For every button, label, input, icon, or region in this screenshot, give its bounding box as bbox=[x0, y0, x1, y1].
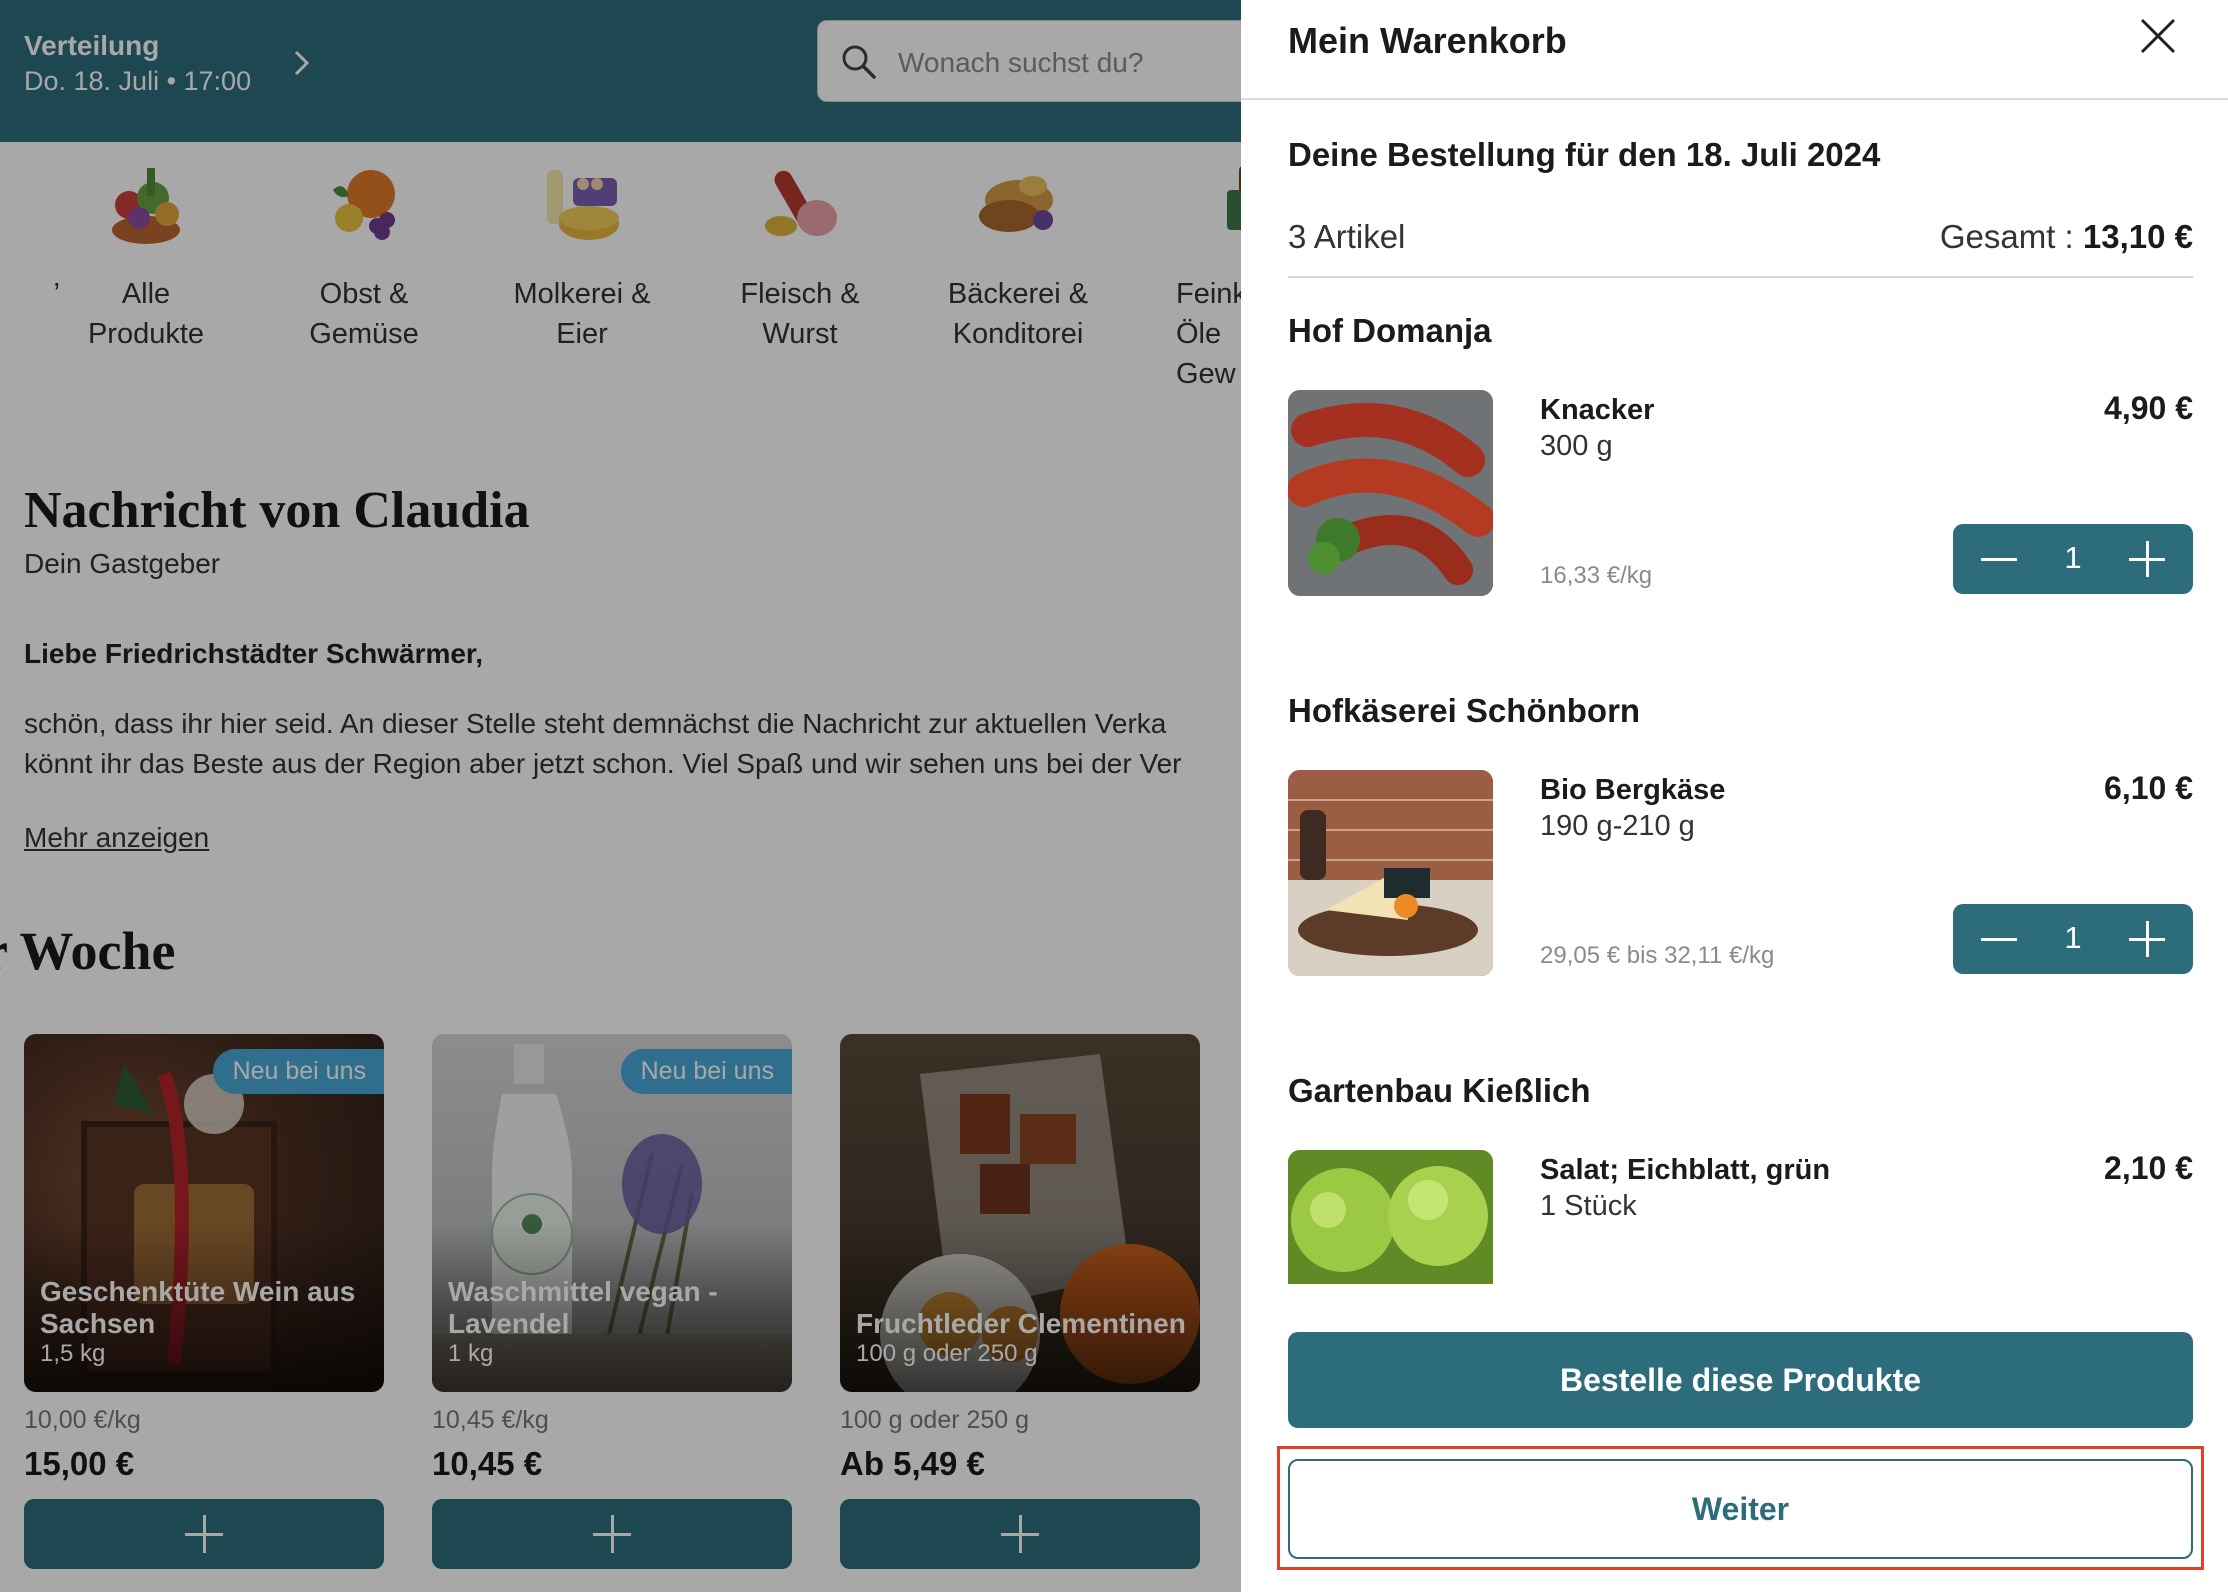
plus-icon[interactable] bbox=[2127, 920, 2167, 958]
cart-summary: 3 Artikel Gesamt : 13,10 € bbox=[1288, 212, 2193, 278]
cart-total: Gesamt : 13,10 € bbox=[1940, 218, 2193, 256]
vendor-name: Hofkäserei Schönborn bbox=[1288, 692, 1641, 729]
plus-icon[interactable] bbox=[2127, 540, 2167, 578]
continue-button[interactable]: Weiter bbox=[1288, 1459, 2193, 1559]
cart-item-image bbox=[1288, 1150, 1493, 1284]
cart-item-price: 2,10 € bbox=[2104, 1150, 2193, 1186]
cart-drawer: Mein Warenkorb Deine Bestellung für den … bbox=[1241, 0, 2228, 1592]
scroll-fade bbox=[1241, 1284, 2228, 1314]
item-count: 3 Artikel bbox=[1288, 218, 1406, 255]
cart-item: Knacker 300 g 16,33 €/kg 4,90 € 1 bbox=[1288, 390, 2193, 596]
vendor-name: Hof Domanja bbox=[1288, 312, 1492, 349]
cart-item-price: 4,90 € bbox=[2104, 390, 2193, 426]
place-order-button[interactable]: Bestelle diese Produkte bbox=[1288, 1332, 2193, 1428]
vendor-name: Gartenbau Kießlich bbox=[1288, 1072, 1591, 1109]
cart-item: Salat; Eichblatt, grün 1 Stück 2,10 € bbox=[1288, 1150, 2193, 1284]
total-value: 13,10 € bbox=[2082, 218, 2193, 255]
cart-item-quantity: 1 Stück bbox=[1540, 1190, 1637, 1222]
cart-item: Bio Bergkäse 190 g-210 g 29,05 € bis 32,… bbox=[1288, 770, 2193, 976]
cart-header: Mein Warenkorb bbox=[1241, 0, 2228, 100]
shop-page: Verteilung Do. 18. Juli • 17:00 ’ bbox=[0, 0, 1241, 1592]
cart-item-name: Knacker bbox=[1540, 394, 1655, 426]
cart-item-quantity: 300 g bbox=[1540, 430, 1613, 462]
cart-item-price: 6,10 € bbox=[2104, 770, 2193, 806]
cart-title: Mein Warenkorb bbox=[1288, 20, 1567, 61]
cart-item-name: Bio Bergkäse bbox=[1540, 774, 1726, 806]
cart-item-image bbox=[1288, 770, 1493, 976]
order-date-heading: Deine Bestellung für den 18. Juli 2024 bbox=[1288, 136, 1881, 173]
quantity-stepper: 1 bbox=[1953, 524, 2193, 594]
quantity-stepper: 1 bbox=[1953, 904, 2193, 974]
modal-backdrop[interactable] bbox=[0, 0, 1241, 1592]
cart-item-unit-price: 16,33 €/kg bbox=[1540, 562, 1653, 589]
cart-item-image bbox=[1288, 390, 1493, 596]
cart-item-unit-price: 29,05 € bis 32,11 €/kg bbox=[1540, 942, 1775, 969]
cart-item-quantity: 190 g-210 g bbox=[1540, 810, 1695, 842]
cart-item-name: Salat; Eichblatt, grün bbox=[1540, 1154, 1831, 1186]
close-icon[interactable] bbox=[2138, 16, 2178, 56]
total-label: Gesamt : bbox=[1939, 218, 2074, 255]
